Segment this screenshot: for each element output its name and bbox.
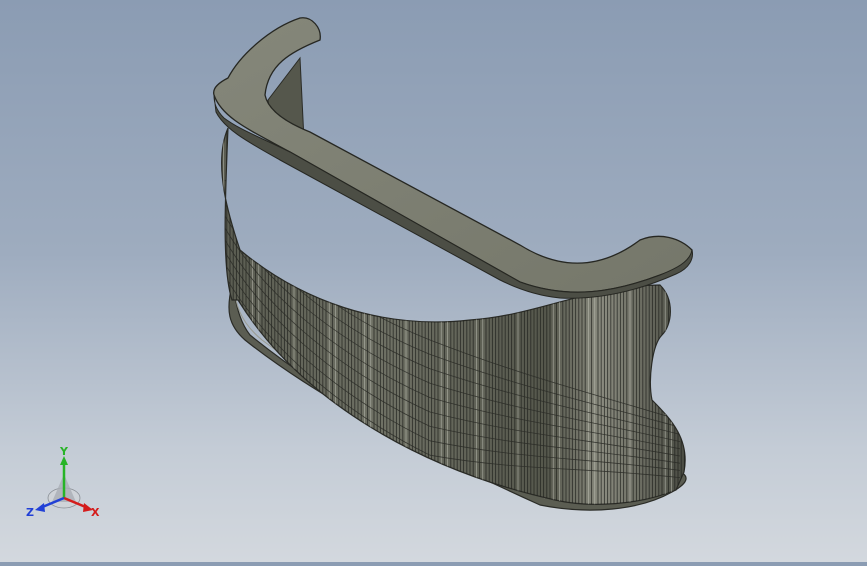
model-viewport[interactable]: Y X Z [0,0,867,562]
x-axis-label: X [91,506,100,519]
counter-model [213,17,693,511]
coordinate-triad: Y X Z [22,445,106,526]
z-axis-label: Z [26,506,34,519]
triad-svg: Y X Z [26,445,100,519]
y-axis-label: Y [59,446,69,458]
z-arrow-icon [35,503,45,512]
